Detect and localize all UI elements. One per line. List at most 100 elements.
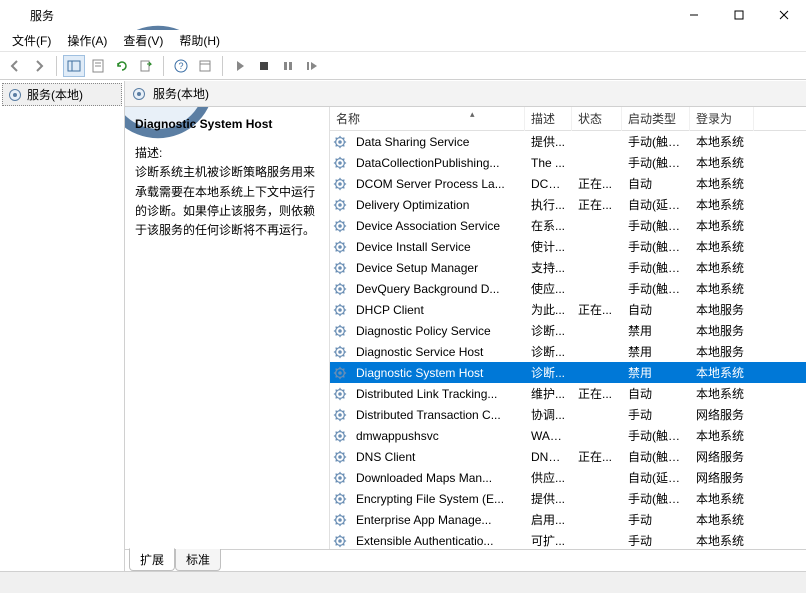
gear-icon	[330, 345, 350, 359]
col-name[interactable]: 名称	[330, 107, 525, 131]
cell-name: Device Setup Manager	[350, 261, 525, 275]
maximize-button[interactable]	[716, 0, 761, 30]
gear-icon	[330, 240, 350, 254]
help2-button[interactable]	[194, 55, 216, 77]
help-button[interactable]: ?	[170, 55, 192, 77]
show-hide-tree-button[interactable]	[63, 55, 85, 77]
cell-name: Diagnostic System Host	[350, 366, 525, 380]
right-panel: 服务(本地) Diagnostic System Host 描述: 诊断系统主机…	[125, 81, 806, 571]
cell-startup: 手动(触发...	[622, 490, 690, 507]
refresh-button[interactable]	[111, 55, 133, 77]
cell-logon: 本地系统	[690, 175, 754, 192]
stop-button[interactable]	[253, 55, 275, 77]
properties-button[interactable]	[87, 55, 109, 77]
table-row[interactable]: DNS ClientDNS...正在...自动(触发...网络服务	[330, 446, 806, 467]
service-list: 名称 ▴ 描述 状态 启动类型 登录为 Data Sharing Service…	[330, 107, 806, 549]
menu-view[interactable]: 查看(V)	[115, 30, 171, 51]
titlebar: 服务	[0, 0, 806, 30]
cell-name: Enterprise App Manage...	[350, 513, 525, 527]
col-startup[interactable]: 启动类型	[622, 107, 690, 131]
list-body[interactable]: Data Sharing Service提供...手动(触发...本地系统Dat…	[330, 131, 806, 549]
cell-startup: 手动(触发...	[622, 133, 690, 150]
cell-name: Diagnostic Policy Service	[350, 324, 525, 338]
table-row[interactable]: Downloaded Maps Man...供应...自动(延迟...网络服务	[330, 467, 806, 488]
menu-file[interactable]: 文件(F)	[4, 30, 59, 51]
table-row[interactable]: Device Association Service在系...手动(触发...本…	[330, 215, 806, 236]
cell-name: dmwappushsvc	[350, 429, 525, 443]
cell-name: DevQuery Background D...	[350, 282, 525, 296]
close-button[interactable]	[761, 0, 806, 30]
cell-startup: 手动(触发...	[622, 238, 690, 255]
gear-icon	[330, 261, 350, 275]
table-row[interactable]: Extensible Authenticatio...可扩...手动本地系统	[330, 530, 806, 549]
cell-logon: 网络服务	[690, 448, 754, 465]
table-row[interactable]: DevQuery Background D...使应...手动(触发...本地系…	[330, 278, 806, 299]
table-row[interactable]: Encrypting File System (E...提供...手动(触发..…	[330, 488, 806, 509]
cell-logon: 本地系统	[690, 196, 754, 213]
table-row[interactable]: Delivery Optimization执行...正在...自动(延迟...本…	[330, 194, 806, 215]
col-logon[interactable]: 登录为	[690, 107, 754, 131]
cell-name: Extensible Authenticatio...	[350, 534, 525, 548]
cell-logon: 本地系统	[690, 217, 754, 234]
col-desc[interactable]: 描述	[525, 107, 572, 131]
gear-icon	[330, 219, 350, 233]
cell-desc: DCO...	[525, 177, 572, 191]
gear-icon	[330, 198, 350, 212]
cell-desc: 提供...	[525, 490, 572, 507]
table-row[interactable]: Enterprise App Manage...启用...手动本地系统	[330, 509, 806, 530]
table-row[interactable]: DCOM Server Process La...DCO...正在...自动本地…	[330, 173, 806, 194]
table-row[interactable]: Device Install Service使计...手动(触发...本地系统	[330, 236, 806, 257]
gear-icon	[330, 534, 350, 548]
export-button[interactable]	[135, 55, 157, 77]
pause-button[interactable]	[277, 55, 299, 77]
cell-status: 正在...	[572, 385, 622, 402]
cell-logon: 本地系统	[690, 154, 754, 171]
description-label: 描述:	[135, 144, 319, 163]
cell-startup: 自动	[622, 175, 690, 192]
gear-icon	[330, 387, 350, 401]
start-button[interactable]	[229, 55, 251, 77]
cell-name: Diagnostic Service Host	[350, 345, 525, 359]
gear-icon	[330, 471, 350, 485]
cell-desc: 支持...	[525, 259, 572, 276]
description-text: 诊断系统主机被诊断策略服务用来承载需要在本地系统上下文中运行的诊断。如果停止该服…	[135, 163, 319, 240]
gear-icon	[330, 282, 350, 296]
col-status[interactable]: 状态	[572, 107, 622, 131]
table-row[interactable]: Distributed Transaction C...协调...手动网络服务	[330, 404, 806, 425]
table-row[interactable]: DHCP Client为此...正在...自动本地服务	[330, 299, 806, 320]
restart-button[interactable]	[301, 55, 323, 77]
table-row[interactable]: Data Sharing Service提供...手动(触发...本地系统	[330, 131, 806, 152]
nav-back-button[interactable]	[4, 55, 26, 77]
cell-logon: 本地系统	[690, 238, 754, 255]
cell-startup: 自动	[622, 385, 690, 402]
table-row[interactable]: Device Setup Manager支持...手动(触发...本地系统	[330, 257, 806, 278]
nav-forward-button[interactable]	[28, 55, 50, 77]
cell-name: Distributed Transaction C...	[350, 408, 525, 422]
cell-status: 正在...	[572, 301, 622, 318]
gear-icon	[330, 177, 350, 191]
cell-desc: 使应...	[525, 280, 572, 297]
status-bar	[0, 571, 806, 593]
cell-status: 正在...	[572, 448, 622, 465]
tab-standard[interactable]: 标准	[175, 549, 221, 571]
menu-action[interactable]: 操作(A)	[59, 30, 115, 51]
tab-extended[interactable]: 扩展	[129, 548, 175, 571]
cell-desc: DNS...	[525, 450, 572, 464]
selected-service-name: Diagnostic System Host	[135, 115, 319, 134]
cell-logon: 网络服务	[690, 406, 754, 423]
table-row[interactable]: Distributed Link Tracking...维护...正在...自动…	[330, 383, 806, 404]
table-row[interactable]: Diagnostic Policy Service诊断...禁用本地服务	[330, 320, 806, 341]
table-row[interactable]: Diagnostic Service Host诊断...禁用本地服务	[330, 341, 806, 362]
cell-logon: 本地系统	[690, 364, 754, 381]
cell-name: Distributed Link Tracking...	[350, 387, 525, 401]
menu-help[interactable]: 帮助(H)	[171, 30, 228, 51]
table-row[interactable]: DataCollectionPublishing...The ...手动(触发.…	[330, 152, 806, 173]
cell-name: Device Association Service	[350, 219, 525, 233]
minimize-button[interactable]	[671, 0, 716, 30]
cell-startup: 禁用	[622, 364, 690, 381]
tree-root-services[interactable]: 服务(本地)	[2, 83, 122, 106]
gear-icon	[330, 303, 350, 317]
cell-desc: 执行...	[525, 196, 572, 213]
table-row[interactable]: Diagnostic System Host诊断...禁用本地系统	[330, 362, 806, 383]
table-row[interactable]: dmwappushsvcWAP...手动(触发...本地系统	[330, 425, 806, 446]
